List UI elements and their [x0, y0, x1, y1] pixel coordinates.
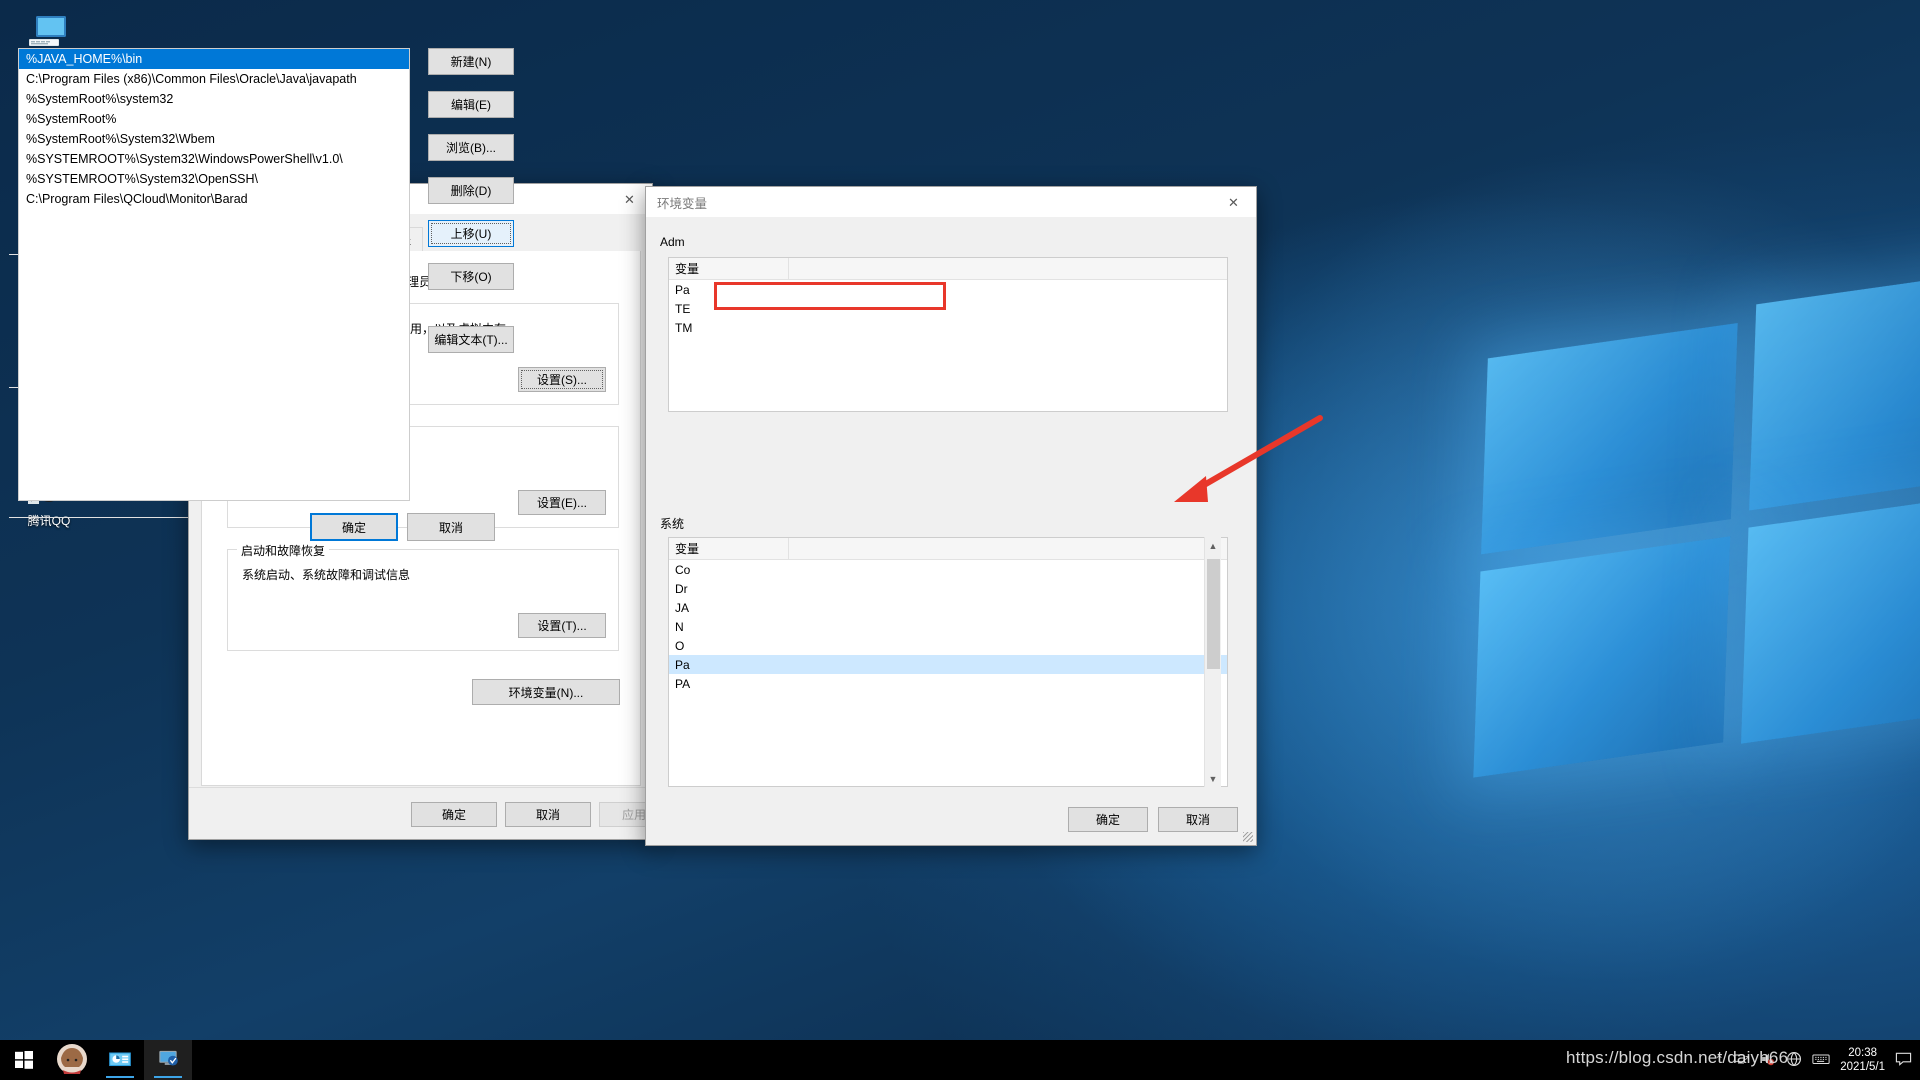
scroll-up-arrow-icon[interactable]: ▲	[1205, 537, 1221, 554]
volume-icon[interactable]	[1760, 1051, 1776, 1070]
table-row[interactable]: TE	[669, 299, 1227, 318]
clock[interactable]: 20:38 2021/5/1	[1840, 1046, 1885, 1074]
cancel-button[interactable]: 取消	[1158, 807, 1238, 832]
performance-settings-button[interactable]: 设置(S)...	[518, 367, 606, 392]
move-down-button[interactable]: 下移(O)	[428, 263, 514, 290]
system-properties-icon	[155, 1046, 181, 1075]
list-item[interactable]: %JAVA_HOME%\bin	[19, 49, 409, 69]
column-header-variable: 变量	[669, 258, 789, 279]
startup-recovery-settings-button[interactable]: 设置(T)...	[518, 613, 606, 638]
user-profiles-settings-button[interactable]: 设置(E)...	[518, 490, 606, 515]
table-row[interactable]: PA	[669, 674, 1227, 693]
table-header: 变量	[669, 258, 1227, 280]
table-row[interactable]: JA	[669, 598, 1227, 617]
scrollbar-thumb[interactable]	[1207, 559, 1220, 669]
table-row[interactable]: TM	[669, 318, 1227, 337]
ok-button[interactable]: 确定	[411, 802, 497, 827]
control-panel-icon	[107, 1046, 133, 1075]
start-button[interactable]	[0, 1040, 48, 1080]
environment-variables-window[interactable]: 环境变量 ✕ Adm 变量 Pa TE TM 系统 变量 Co Dr JA N …	[645, 186, 1257, 846]
windows-logo-icon	[14, 1050, 34, 1070]
table-row[interactable]: O	[669, 636, 1227, 655]
close-button[interactable]: ✕	[1211, 188, 1256, 217]
delete-button[interactable]: 删除(D)	[428, 177, 514, 204]
column-header-variable: 变量	[669, 538, 789, 559]
table-row[interactable]: Co	[669, 560, 1227, 579]
taskbar-control-panel[interactable]	[96, 1040, 144, 1080]
scroll-down-arrow-icon[interactable]: ▼	[1205, 770, 1221, 787]
keyboard-icon[interactable]	[1812, 1051, 1830, 1070]
list-item-empty[interactable]	[19, 229, 409, 249]
ok-button[interactable]: 确定	[310, 513, 398, 541]
environment-variables-body: Adm 变量 Pa TE TM 系统 变量 Co Dr JA N O Pa PA	[646, 217, 1256, 845]
wallpaper-windows-logo	[1472, 279, 1920, 801]
list-item[interactable]: C:\Program Files\QCloud\Monitor\Barad	[19, 189, 409, 209]
edit-env-side-buttons: 新建(N) 编辑(E) 浏览(B)... 删除(D) 上移(U) 下移(O) 编…	[428, 48, 534, 369]
startup-recovery-group: 启动和故障恢复 系统启动、系统故障和调试信息 设置(T)...	[227, 549, 619, 651]
cancel-button[interactable]: 取消	[407, 513, 495, 541]
list-item[interactable]: %SystemRoot%	[19, 109, 409, 129]
list-item[interactable]: %SystemRoot%\System32\Wbem	[19, 129, 409, 149]
list-item[interactable]: %SYSTEMROOT%\System32\OpenSSH\	[19, 169, 409, 189]
ok-button[interactable]: 确定	[1068, 807, 1148, 832]
new-button[interactable]: 新建(N)	[428, 48, 514, 75]
cancel-button[interactable]: 取消	[505, 802, 591, 827]
edit-text-button[interactable]: 编辑文本(T)...	[428, 326, 514, 353]
list-item[interactable]: %SystemRoot%\system32	[19, 89, 409, 109]
edit-button[interactable]: 编辑(E)	[428, 91, 514, 118]
system-properties-footer: 确定 取消 应用(A)	[189, 787, 652, 839]
table-row[interactable]: N	[669, 617, 1227, 636]
user-variables-table[interactable]: 变量 Pa TE TM	[668, 257, 1228, 412]
environment-variables-button[interactable]: 环境变量(N)...	[472, 679, 620, 705]
taskbar[interactable]: ⌃ 2	[0, 1040, 1920, 1080]
ime-icon[interactable]	[1786, 1051, 1802, 1070]
tray-expand-button[interactable]: ⌃	[1714, 1053, 1724, 1067]
group-title: 启动和故障恢复	[237, 542, 329, 559]
clock-date: 2021/5/1	[1840, 1060, 1885, 1074]
system-variables-table[interactable]: 变量 Co Dr JA N O Pa PA	[668, 537, 1228, 787]
system-variables-group-label: 系统	[660, 515, 684, 532]
network-icon[interactable]	[1734, 1051, 1750, 1070]
move-up-button[interactable]: 上移(U)	[428, 220, 514, 247]
taskbar-system-properties[interactable]	[144, 1040, 192, 1080]
system-tray: ⌃ 2	[1714, 1046, 1920, 1074]
environment-variables-titlebar: 环境变量 ✕	[646, 187, 1256, 217]
table-row[interactable]: Dr	[669, 579, 1227, 598]
table-row[interactable]: Pa	[669, 655, 1227, 674]
avatar-icon	[57, 1044, 87, 1077]
startup-recovery-description: 系统启动、系统故障和调试信息	[242, 566, 410, 583]
list-item-empty[interactable]	[19, 209, 409, 229]
path-list[interactable]: %JAVA_HOME%\bin C:\Program Files (x86)\C…	[18, 48, 410, 501]
list-item[interactable]: %SYSTEMROOT%\System32\WindowsPowerShell\…	[19, 149, 409, 169]
window-title: 环境变量	[657, 193, 1211, 212]
resize-grip[interactable]	[1243, 832, 1253, 842]
browse-button[interactable]: 浏览(B)...	[428, 134, 514, 161]
list-item-empty[interactable]	[19, 269, 409, 289]
table-header: 变量	[669, 538, 1227, 560]
table-row[interactable]: Pa	[669, 280, 1227, 299]
system-variables-scrollbar[interactable]: ▲ ▼	[1204, 537, 1221, 787]
taskbar-avatar[interactable]	[48, 1040, 96, 1080]
clock-time: 20:38	[1840, 1046, 1885, 1060]
list-item[interactable]: C:\Program Files (x86)\Common Files\Orac…	[19, 69, 409, 89]
list-item-empty[interactable]	[19, 249, 409, 269]
user-variables-group-label: Adm	[660, 235, 685, 249]
action-center-button[interactable]	[1895, 1051, 1912, 1070]
